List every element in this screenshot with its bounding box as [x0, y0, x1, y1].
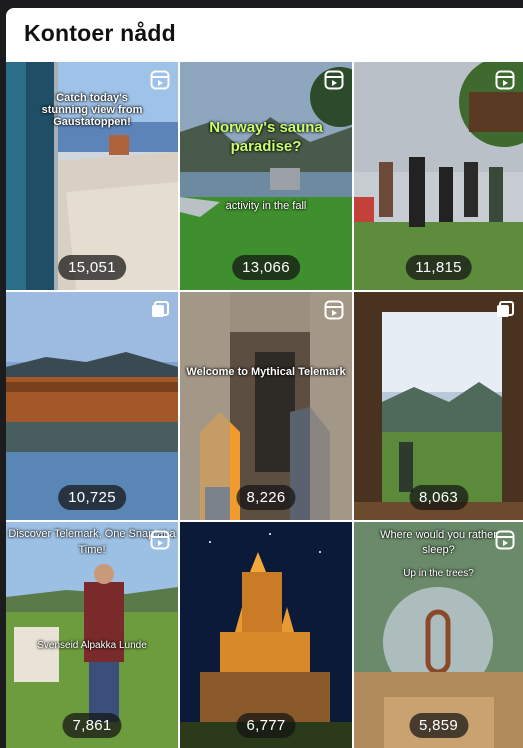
reel-icon [324, 70, 344, 90]
post-subcaption: Svenseid Alpakka Lunde [37, 640, 147, 651]
post-tile-7[interactable]: Discover Telemark, One Snap at a Time! S… [6, 522, 178, 748]
reach-count-badge: 11,815 [405, 255, 472, 280]
post-tile-8[interactable]: 6,777 [180, 522, 352, 748]
post-tile-4[interactable]: 10,725 [6, 292, 178, 520]
post-tile-6[interactable]: 8,063 [354, 292, 523, 520]
reach-count-badge: 15,051 [58, 255, 126, 280]
page-title: Kontoer nådd [24, 20, 176, 46]
reach-count-badge: 6,777 [236, 713, 296, 738]
reel-icon [150, 70, 170, 90]
reach-count-badge: 8,226 [236, 485, 296, 510]
status-bar [0, 0, 523, 8]
post-tile-9[interactable]: Where would you rather sleep? Up in the … [354, 522, 523, 748]
reach-count-badge: 8,063 [408, 485, 469, 510]
post-caption: Welcome to Mythical Telemark [186, 366, 346, 378]
reach-count-badge: 13,066 [232, 255, 300, 280]
reel-icon [324, 300, 344, 320]
post-caption: Norway's sauna paradise? [209, 119, 323, 155]
post-tile-2[interactable]: Norway's sauna paradise? activity in the… [180, 62, 352, 290]
post-tile-5[interactable]: Welcome to Mythical Telemark 8,226 [180, 292, 352, 520]
reach-count-badge: 10,725 [58, 485, 126, 510]
reach-count-badge: 7,861 [62, 713, 122, 738]
reached-accounts-panel: Kontoer nådd Catch today's stunning view… [6, 8, 523, 748]
reel-icon [495, 70, 515, 90]
post-tile-1[interactable]: Catch today's stunning view from Gaustat… [6, 62, 178, 290]
reach-count-badge: 5,859 [408, 713, 469, 738]
post-tile-3[interactable]: 11,815 [354, 62, 523, 290]
carousel-icon [497, 301, 514, 317]
reel-icon [150, 530, 170, 550]
post-caption: Catch today's stunning view from Gaustat… [41, 92, 143, 128]
carousel-icon [152, 301, 169, 317]
post-subcaption: activity in the fall [225, 200, 307, 212]
reel-icon [495, 530, 515, 550]
post-subcaption: Up in the trees? [403, 568, 474, 579]
